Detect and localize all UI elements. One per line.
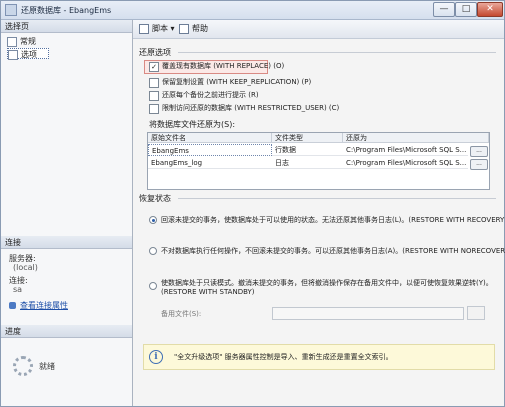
info-text: "全文升级选项" 服务器属性控制是导入、重新生成还是重置全文索引。 <box>174 353 393 361</box>
overwrite-option-label: 覆盖现有数据库 (WITH REPLACE) (O) <box>162 62 285 70</box>
connection-header: 连接 <box>1 236 132 249</box>
table-row-name[interactable]: EbangEms_log <box>148 157 272 169</box>
restore-with-standby-label-2: (RESTORE WITH STANDBY) <box>161 288 255 296</box>
database-files-table: 原始文件名 文件类型 还原为 EbangEms 行数据 C:\Program F… <box>147 132 490 190</box>
standby-file-input[interactable] <box>272 307 464 320</box>
sidebar-item-label: 选项 <box>21 50 37 59</box>
divider <box>178 198 496 199</box>
prompt-before-restore-checkbox[interactable] <box>149 91 159 101</box>
table-row-type: 行数据 <box>272 144 343 156</box>
info-icon: i <box>149 350 163 364</box>
close-button[interactable]: ✕ <box>477 2 503 17</box>
restricted-user-checkbox[interactable] <box>149 104 159 114</box>
column-header-file-type: 文件类型 <box>272 133 343 143</box>
toolbar: 脚本 ▾ 帮助 <box>133 20 504 39</box>
view-connection-label: 查看连接属性 <box>20 301 68 310</box>
sidebar-item-label: 常规 <box>20 37 36 46</box>
maximize-button[interactable]: □ <box>455 2 477 17</box>
restricted-user-label: 限制访问还原的数据库 (WITH RESTRICTED_USER) (C) <box>162 104 340 112</box>
column-header-restore-as: 还原为 <box>343 133 489 143</box>
script-label: 脚本 <box>152 24 168 33</box>
browse-button[interactable]: ... <box>470 159 488 170</box>
restore-options-header: 还原选项 <box>139 48 171 57</box>
keep-replication-checkbox[interactable] <box>149 78 159 88</box>
progress-spinner-icon <box>13 356 33 376</box>
restore-with-recovery-radio[interactable] <box>149 216 157 224</box>
standby-file-label: 备用文件(S): <box>161 310 202 318</box>
page-icon <box>8 50 18 60</box>
info-bar: i "全文升级选项" 服务器属性控制是导入、重新生成还是重置全文索引。 <box>143 344 495 370</box>
select-page-header: 选择页 <box>1 20 132 33</box>
left-panel: 选择页 常规 选项 连接 服务器: (local) 连接: sa 查看连接属性 … <box>1 20 133 406</box>
restore-with-norecovery-label: 不对数据库执行任何操作，不回滚未提交的事务。可以还原其他事务日志(A)。(RES… <box>161 247 505 255</box>
title-bar: 还原数据库 - EbangEms — □ ✕ <box>1 1 504 20</box>
help-label: 帮助 <box>192 24 208 33</box>
script-icon <box>139 23 149 34</box>
divider <box>178 52 496 53</box>
server-value: (local) <box>13 263 38 272</box>
sidebar-item-options[interactable]: 选项 <box>7 48 49 60</box>
keep-replication-label: 保留复制设置 (WITH KEEP_REPLICATION) (P) <box>162 78 312 86</box>
help-button[interactable]: 帮助 <box>179 23 208 35</box>
view-connection-properties-link[interactable]: 查看连接属性 <box>9 300 68 311</box>
main-panel: 脚本 ▾ 帮助 还原选项 ✓ 覆盖现有数据库 (WITH REPLACE) (O… <box>133 20 505 406</box>
properties-icon <box>9 302 16 309</box>
window-title: 还原数据库 - EbangEms <box>21 6 112 15</box>
standby-browse-button[interactable] <box>467 306 485 320</box>
table-row-path[interactable]: C:\Program Files\Microsoft SQL S... <box>343 144 468 156</box>
minimize-button[interactable]: — <box>433 2 455 17</box>
prompt-before-restore-label: 还原每个备份之前进行提示 (R) <box>162 91 259 99</box>
table-row-path[interactable]: C:\Program Files\Microsoft SQL S... <box>343 157 468 169</box>
restore-database-window: 还原数据库 - EbangEms — □ ✕ 选择页 常规 选项 连接 服务器:… <box>0 0 505 407</box>
restore-files-label: 将数据库文件还原为(S): <box>149 120 236 129</box>
progress-header: 进度 <box>1 325 132 338</box>
restore-with-recovery-label: 回滚未提交的事务，使数据库处于可以使用的状态。无法还原其他事务日志(L)。(RE… <box>161 216 505 224</box>
table-row-type: 日志 <box>272 157 343 169</box>
help-icon <box>179 23 189 34</box>
restore-with-standby-radio[interactable] <box>149 282 157 290</box>
restore-with-norecovery-radio[interactable] <box>149 247 157 255</box>
overwrite-checkbox[interactable]: ✓ <box>149 62 159 72</box>
table-row-name[interactable]: EbangEms <box>148 144 272 156</box>
column-header-original-name: 原始文件名 <box>148 133 272 143</box>
browse-button[interactable]: ... <box>470 146 488 157</box>
connection-value: sa <box>13 285 23 294</box>
page-icon <box>7 37 17 47</box>
progress-status: 就绪 <box>39 362 55 371</box>
sidebar-item-general[interactable]: 常规 <box>7 36 36 47</box>
script-button[interactable]: 脚本 ▾ <box>139 23 175 35</box>
database-icon <box>5 4 17 16</box>
recovery-state-header: 恢复状态 <box>139 194 171 203</box>
